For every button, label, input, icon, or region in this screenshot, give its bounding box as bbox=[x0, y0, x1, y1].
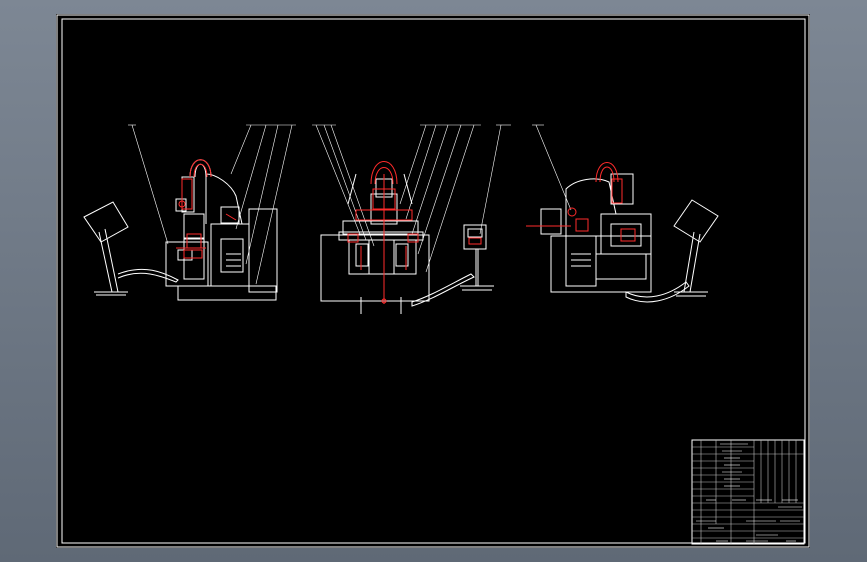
left-cable bbox=[117, 268, 179, 283]
cad-viewport[interactable] bbox=[0, 0, 867, 562]
right-monitor-stand bbox=[673, 199, 719, 297]
front-view-red-details bbox=[347, 161, 419, 304]
left-machine-body bbox=[165, 159, 278, 301]
sheet-outer-border bbox=[56, 14, 810, 548]
right-view-leader-lines bbox=[532, 124, 572, 211]
front-pendant-red-detail bbox=[468, 237, 482, 245]
front-control-pendant bbox=[460, 224, 494, 291]
left-view-leader-lines bbox=[128, 124, 296, 285]
title-block bbox=[691, 439, 805, 545]
front-machine-body bbox=[320, 173, 430, 314]
cad-drawing bbox=[56, 14, 810, 548]
drawing-sheet bbox=[56, 14, 810, 548]
left-side-view bbox=[83, 124, 296, 301]
front-view bbox=[312, 124, 511, 314]
left-monitor-stand bbox=[83, 201, 129, 296]
title-block-text-strokes bbox=[696, 443, 802, 542]
right-side-view bbox=[526, 124, 719, 303]
front-view-leader-lines bbox=[312, 124, 511, 273]
title-block-grid bbox=[692, 440, 804, 544]
